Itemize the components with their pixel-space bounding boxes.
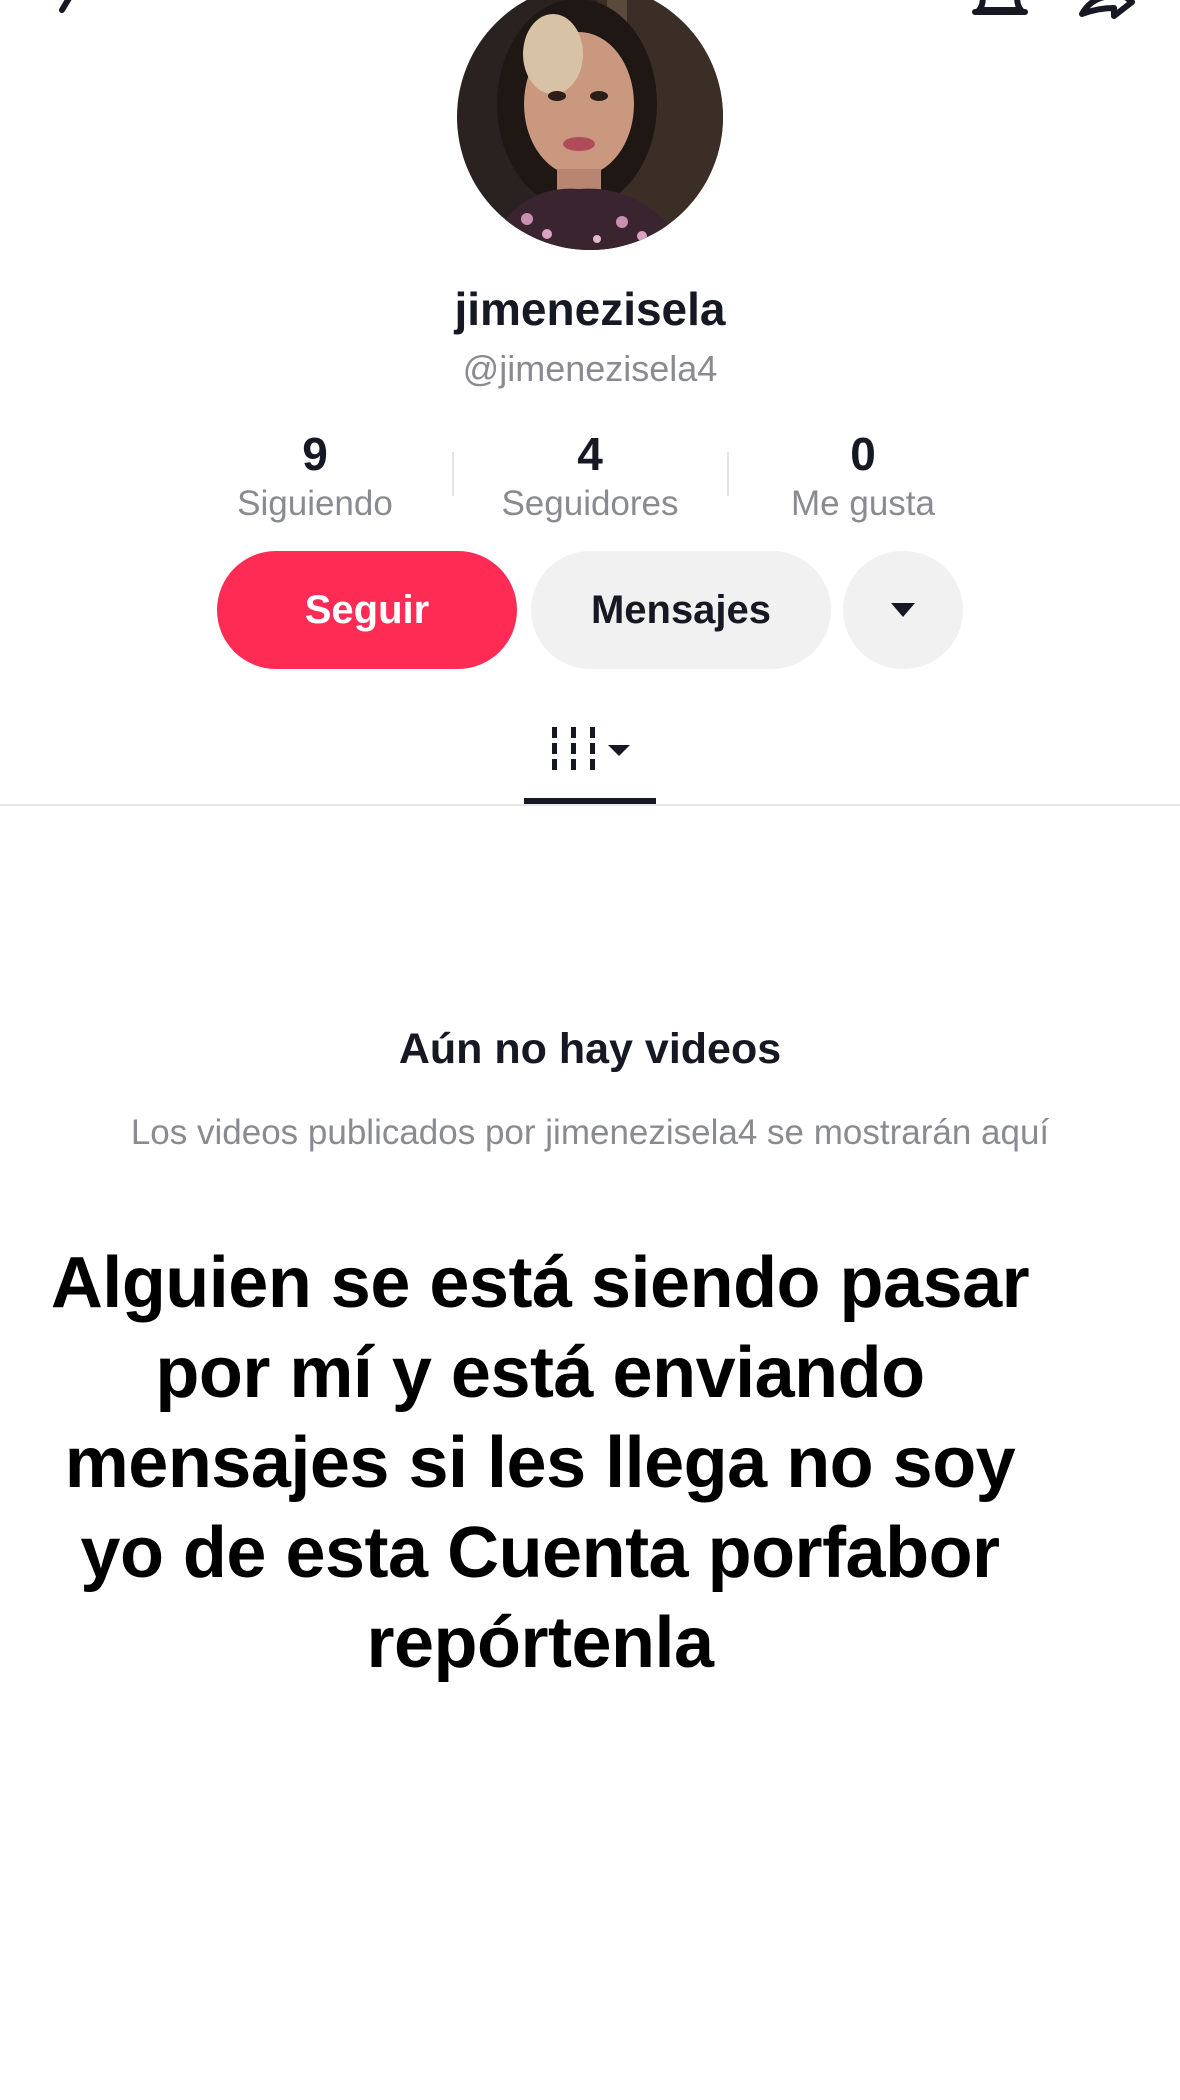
stat-following-count: 9 [302, 428, 328, 480]
stat-divider [452, 452, 454, 496]
stat-likes-count: 0 [850, 428, 876, 480]
share-button[interactable] [1070, 0, 1140, 30]
message-button[interactable]: Mensajes [531, 551, 831, 669]
overlay-caption: Alguien se está siendo pasar por mí y es… [50, 1243, 1030, 1683]
bell-icon [972, 0, 1028, 15]
profile-avatar[interactable] [457, 0, 723, 250]
back-arrow-icon [59, 0, 72, 13]
stat-followers[interactable]: 4 Seguidores [460, 426, 720, 526]
stat-following[interactable]: 9 Siguiendo [185, 426, 445, 526]
empty-state-subtitle: Los videos publicados por jimenezisela4 … [130, 1113, 1050, 1152]
stat-likes[interactable]: 0 Me gusta [733, 426, 993, 526]
more-options-button[interactable] [843, 551, 963, 669]
display-name: jimenezisela [454, 283, 726, 335]
profile-stats: 9 Siguiendo 4 Seguidores 0 Me gusta [0, 426, 1180, 526]
follow-button[interactable]: Seguir [217, 551, 517, 669]
back-button[interactable] [50, 0, 110, 30]
stat-followers-count: 4 [577, 428, 603, 480]
share-icon [1079, 0, 1135, 19]
username-handle: @jimenezisela4 [462, 348, 718, 389]
stat-divider [727, 452, 729, 496]
caret-down-icon [891, 603, 915, 617]
stat-likes-label: Me gusta [791, 484, 935, 523]
tabs-divider [0, 804, 1180, 806]
notifications-button[interactable] [965, 0, 1035, 30]
tab-videos[interactable] [524, 715, 656, 805]
stat-followers-label: Seguidores [501, 484, 679, 523]
stat-following-label: Siguiendo [237, 484, 393, 523]
empty-state-title: Aún no hay videos [398, 1025, 782, 1073]
videos-grid-icon [552, 727, 630, 770]
